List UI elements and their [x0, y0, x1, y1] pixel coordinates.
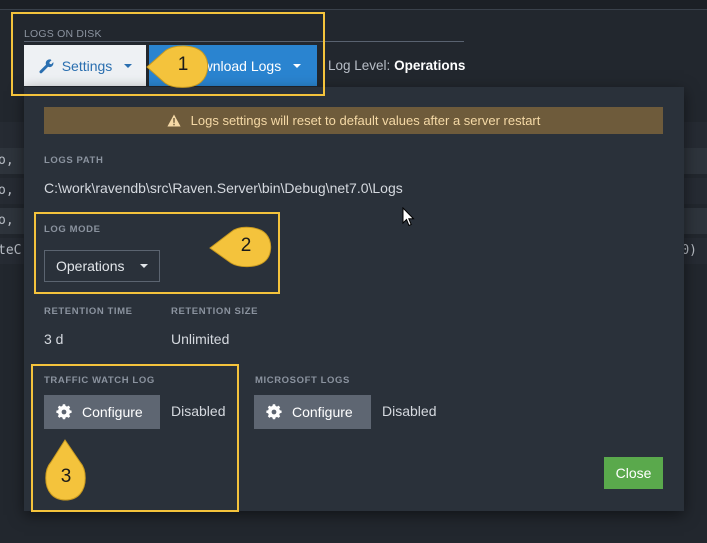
callout-number-3: 3 — [60, 466, 72, 487]
traffic-watch-status: Disabled — [171, 403, 226, 419]
close-button[interactable]: Close — [604, 457, 663, 489]
settings-dropdown-panel: Logs settings will reset to default valu… — [24, 87, 684, 511]
log-mode-selected: Operations — [56, 258, 125, 274]
log-mode-select[interactable]: Operations — [44, 250, 160, 282]
settings-button[interactable]: Settings — [24, 45, 146, 86]
section-title: LOGS ON DISK — [24, 24, 464, 42]
warning-text: Logs settings will reset to default valu… — [190, 113, 541, 128]
traffic-watch-configure-label: Configure — [82, 404, 143, 420]
chevron-down-icon — [293, 63, 302, 68]
gear-icon — [266, 404, 282, 420]
chevron-down-icon — [140, 264, 149, 268]
section-title-text: LOGS ON DISK — [24, 28, 102, 40]
microsoft-logs-label: MICROSOFT LOGS — [255, 375, 350, 386]
microsoft-logs-status: Disabled — [382, 403, 437, 419]
traffic-watch-label: TRAFFIC WATCH LOG — [44, 375, 155, 386]
settings-button-label: Settings — [61, 57, 113, 74]
log-level-value: Operations — [394, 58, 466, 73]
close-button-label: Close — [615, 465, 652, 481]
log-level-indicator: Log Level: Operations — [328, 45, 465, 86]
logs-path-label: LOGS PATH — [44, 155, 104, 166]
warning-icon — [167, 114, 181, 127]
log-level-label: Log Level: — [328, 58, 391, 73]
callout-number-1: 1 — [177, 54, 189, 75]
warning-banner: Logs settings will reset to default valu… — [44, 107, 663, 134]
callout-number-2: 2 — [240, 235, 252, 256]
microsoft-logs-configure-button[interactable]: Configure — [254, 395, 371, 429]
retention-time-value: 3 d — [44, 331, 64, 347]
top-strip — [0, 0, 707, 10]
microsoft-logs-configure-label: Configure — [292, 404, 353, 420]
retention-size-value: Unlimited — [171, 331, 230, 347]
mouse-cursor-icon — [402, 207, 415, 227]
wrench-icon — [39, 58, 54, 73]
retention-size-label: RETENTION SIZE — [171, 306, 259, 317]
log-cell: teC — [0, 243, 22, 258]
chevron-down-icon — [124, 63, 133, 68]
traffic-watch-configure-button[interactable]: Configure — [44, 395, 160, 429]
log-mode-label: LOG MODE — [44, 224, 101, 235]
gear-icon — [56, 404, 72, 420]
logs-path-value: C:\work\ravendb\src\Raven.Server\bin\Deb… — [44, 180, 403, 196]
retention-time-label: RETENTION TIME — [44, 306, 133, 317]
